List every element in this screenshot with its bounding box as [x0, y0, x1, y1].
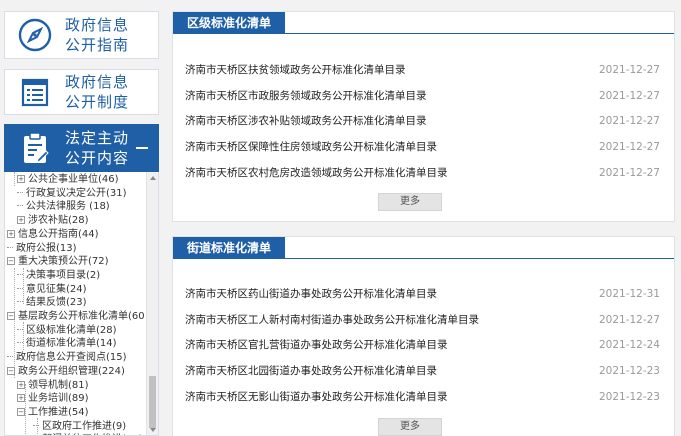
tree-item[interactable]: 区级标准化清单(28): [17, 324, 117, 337]
panel-title: 区级标准化清单: [173, 12, 286, 34]
nav-label: 法定主动 公开内容: [65, 129, 130, 167]
tree-connector: [17, 301, 23, 303]
tree-item[interactable]: 公共法律服务 (18): [17, 200, 110, 213]
tree-item-label[interactable]: 部门单位工作推进(45): [42, 434, 143, 435]
list-item[interactable]: 济南市天桥区北园街道办事处政务公开标准化清单目录 2021-12-23: [185, 363, 660, 379]
nav-public-guide[interactable]: 政府信息 公开指南: [4, 11, 159, 59]
tree-item-label[interactable]: 基层政务公开标准化清单(60: [18, 311, 145, 322]
list-document-icon: [21, 78, 49, 107]
panel-title: 街道标准化清单: [173, 237, 286, 259]
tree-item-label[interactable]: 政务公开组织管理(224): [18, 366, 125, 377]
street-list-panel: 街道标准化清单 济南市天桥区药山街道办事处政务公开标准化清单目录 2021-12…: [172, 236, 675, 436]
tree-connector: [17, 328, 23, 330]
tree-list: + 公共企事业单位(46) 行政复议决定公开(31) 公共法律服务 (18) + 涉农补贴…: [5, 172, 146, 435]
panel-header: 街道标准化清单: [173, 237, 674, 259]
collapse-icon[interactable]: −: [7, 366, 15, 375]
list-item[interactable]: 济南市天桥区无影山街道办事处政务公开标准化清单目录 2021-12-23: [185, 389, 660, 405]
tree-item-label[interactable]: 区政府工作推进(9): [42, 421, 126, 432]
collapse-icon[interactable]: −: [7, 257, 15, 266]
tree-item-label[interactable]: 工作推进(54): [28, 407, 89, 418]
tree-connector: [33, 424, 39, 426]
list-item[interactable]: 济南市天桥区官扎营街道办事处政务公开标准化清单目录 2021-12-24: [185, 337, 660, 353]
tree-connector: [7, 246, 13, 248]
more-button[interactable]: 更多: [378, 193, 442, 211]
tree-item[interactable]: 决策事项目录(2): [17, 269, 100, 282]
tree-connector: [17, 205, 23, 207]
tree-item[interactable]: 部门单位工作推进(45): [33, 433, 143, 435]
tree-item[interactable]: 意见征集(24): [17, 283, 87, 296]
expand-icon[interactable]: +: [7, 229, 15, 238]
nav-label: 政府信息 公开制度: [65, 73, 130, 111]
tree-item-label[interactable]: 结果反馈(23): [26, 297, 87, 308]
tree-item[interactable]: + 涉农补贴(28): [17, 214, 89, 227]
tree-item-label[interactable]: 涉农补贴(28): [28, 215, 89, 226]
scroll-down-arrow-icon[interactable]: [150, 428, 156, 432]
tree-item-label[interactable]: 政府信息公开查阅点(15): [16, 352, 127, 363]
tree-item-label[interactable]: 决策事项目录(2): [26, 270, 100, 281]
tree-item[interactable]: − 重大决策预公开(72): [7, 255, 109, 268]
collapse-icon[interactable]: −: [17, 407, 25, 416]
tree-item[interactable]: 政府公报(13): [7, 242, 77, 255]
tree-connector: [7, 356, 13, 358]
tree-item[interactable]: 政府信息公开查阅点(15): [7, 351, 127, 364]
expand-icon[interactable]: +: [17, 394, 25, 403]
tree-item-label[interactable]: 公共企事业单位(46): [28, 174, 119, 185]
tree-item-label[interactable]: 公共法律服务 (18): [26, 201, 110, 212]
compass-icon: [18, 18, 52, 52]
nav-label: 政府信息 公开指南: [65, 16, 130, 54]
tree-item[interactable]: 区政府工作推进(9): [33, 420, 126, 433]
clipboard-edit-icon: [24, 132, 49, 163]
tree-item[interactable]: − 工作推进(54): [17, 406, 89, 419]
scroll-thumb[interactable]: [149, 376, 156, 428]
tree-item[interactable]: 行政复议决定公开(31): [17, 187, 127, 200]
collapse-icon[interactable]: [136, 147, 148, 149]
tree-item-label[interactable]: 区级标准化清单(28): [26, 325, 117, 336]
tree-item[interactable]: + 信息公开指南(44): [7, 228, 99, 241]
tree-connector: [17, 342, 23, 344]
district-list-panel: 区级标准化清单 济南市天桥区扶贫领域政务公开标准化清单目录 2021-12-27…: [172, 11, 675, 222]
tree-item[interactable]: − 基层政务公开标准化清单(60: [7, 310, 145, 323]
panel-header: 区级标准化清单: [173, 12, 674, 34]
nav-public-system[interactable]: 政府信息 公开制度: [4, 69, 159, 115]
tree-item[interactable]: − 政务公开组织管理(224): [7, 365, 125, 378]
category-tree: + 公共企事业单位(46) 行政复议决定公开(31) 公共法律服务 (18) + 涉农补贴…: [4, 172, 159, 436]
expand-icon[interactable]: +: [17, 380, 25, 389]
list-item[interactable]: 济南市天桥区工人新村南村街道办事处政务公开标准化清单目录 2021-12-27: [185, 312, 660, 328]
collapse-icon[interactable]: −: [7, 312, 15, 320]
tree-item-label[interactable]: 街道标准化清单(14): [26, 338, 117, 349]
list-item[interactable]: 济南市天桥区市政服务领域政务公开标准化清单目录 2021-12-27: [185, 88, 660, 104]
nav-mandatory-content[interactable]: 法定主动 公开内容: [4, 124, 159, 172]
tree-connector: [17, 273, 23, 275]
tree-item-label[interactable]: 行政复议决定公开(31): [26, 188, 127, 199]
list-item[interactable]: 济南市天桥区保障性住房领域政务公开标准化清单目录 2021-12-27: [185, 139, 660, 155]
tree-item[interactable]: + 公共企事业单位(46): [17, 173, 119, 186]
tree-item-label[interactable]: 意见征集(24): [26, 284, 87, 295]
list-item[interactable]: 济南市天桥区农村危房改造领域政务公开标准化清单目录 2021-12-27: [185, 165, 660, 181]
tree-item[interactable]: 结果反馈(23): [17, 296, 87, 309]
tree-item-label[interactable]: 政府公报(13): [16, 243, 77, 254]
list-item[interactable]: 济南市天桥区药山街道办事处政务公开标准化清单目录 2021-12-31: [185, 286, 660, 302]
tree-item-label[interactable]: 领导机制(81): [28, 380, 89, 391]
more-button[interactable]: 更多: [378, 418, 442, 436]
tree-connector: [17, 191, 23, 193]
tree-scrollbar[interactable]: [146, 172, 158, 435]
tree-item-label[interactable]: 重大决策预公开(72): [18, 256, 109, 267]
tree-connector: [17, 287, 23, 289]
expand-icon[interactable]: +: [17, 216, 25, 225]
list-item[interactable]: 济南市天桥区涉农补贴领域政务公开标准化清单目录 2021-12-27: [185, 113, 660, 129]
list-item[interactable]: 济南市天桥区扶贫领域政务公开标准化清单目录 2021-12-27: [185, 62, 660, 78]
expand-icon[interactable]: +: [17, 175, 25, 183]
scroll-up-arrow-icon[interactable]: [150, 176, 156, 180]
tree-item[interactable]: 街道标准化清单(14): [17, 337, 117, 350]
tree-item-label[interactable]: 信息公开指南(44): [18, 229, 99, 240]
tree-item-label[interactable]: 业务培训(89): [28, 393, 89, 404]
tree-item[interactable]: + 领导机制(81): [17, 379, 89, 392]
tree-item[interactable]: + 业务培训(89): [17, 392, 89, 405]
